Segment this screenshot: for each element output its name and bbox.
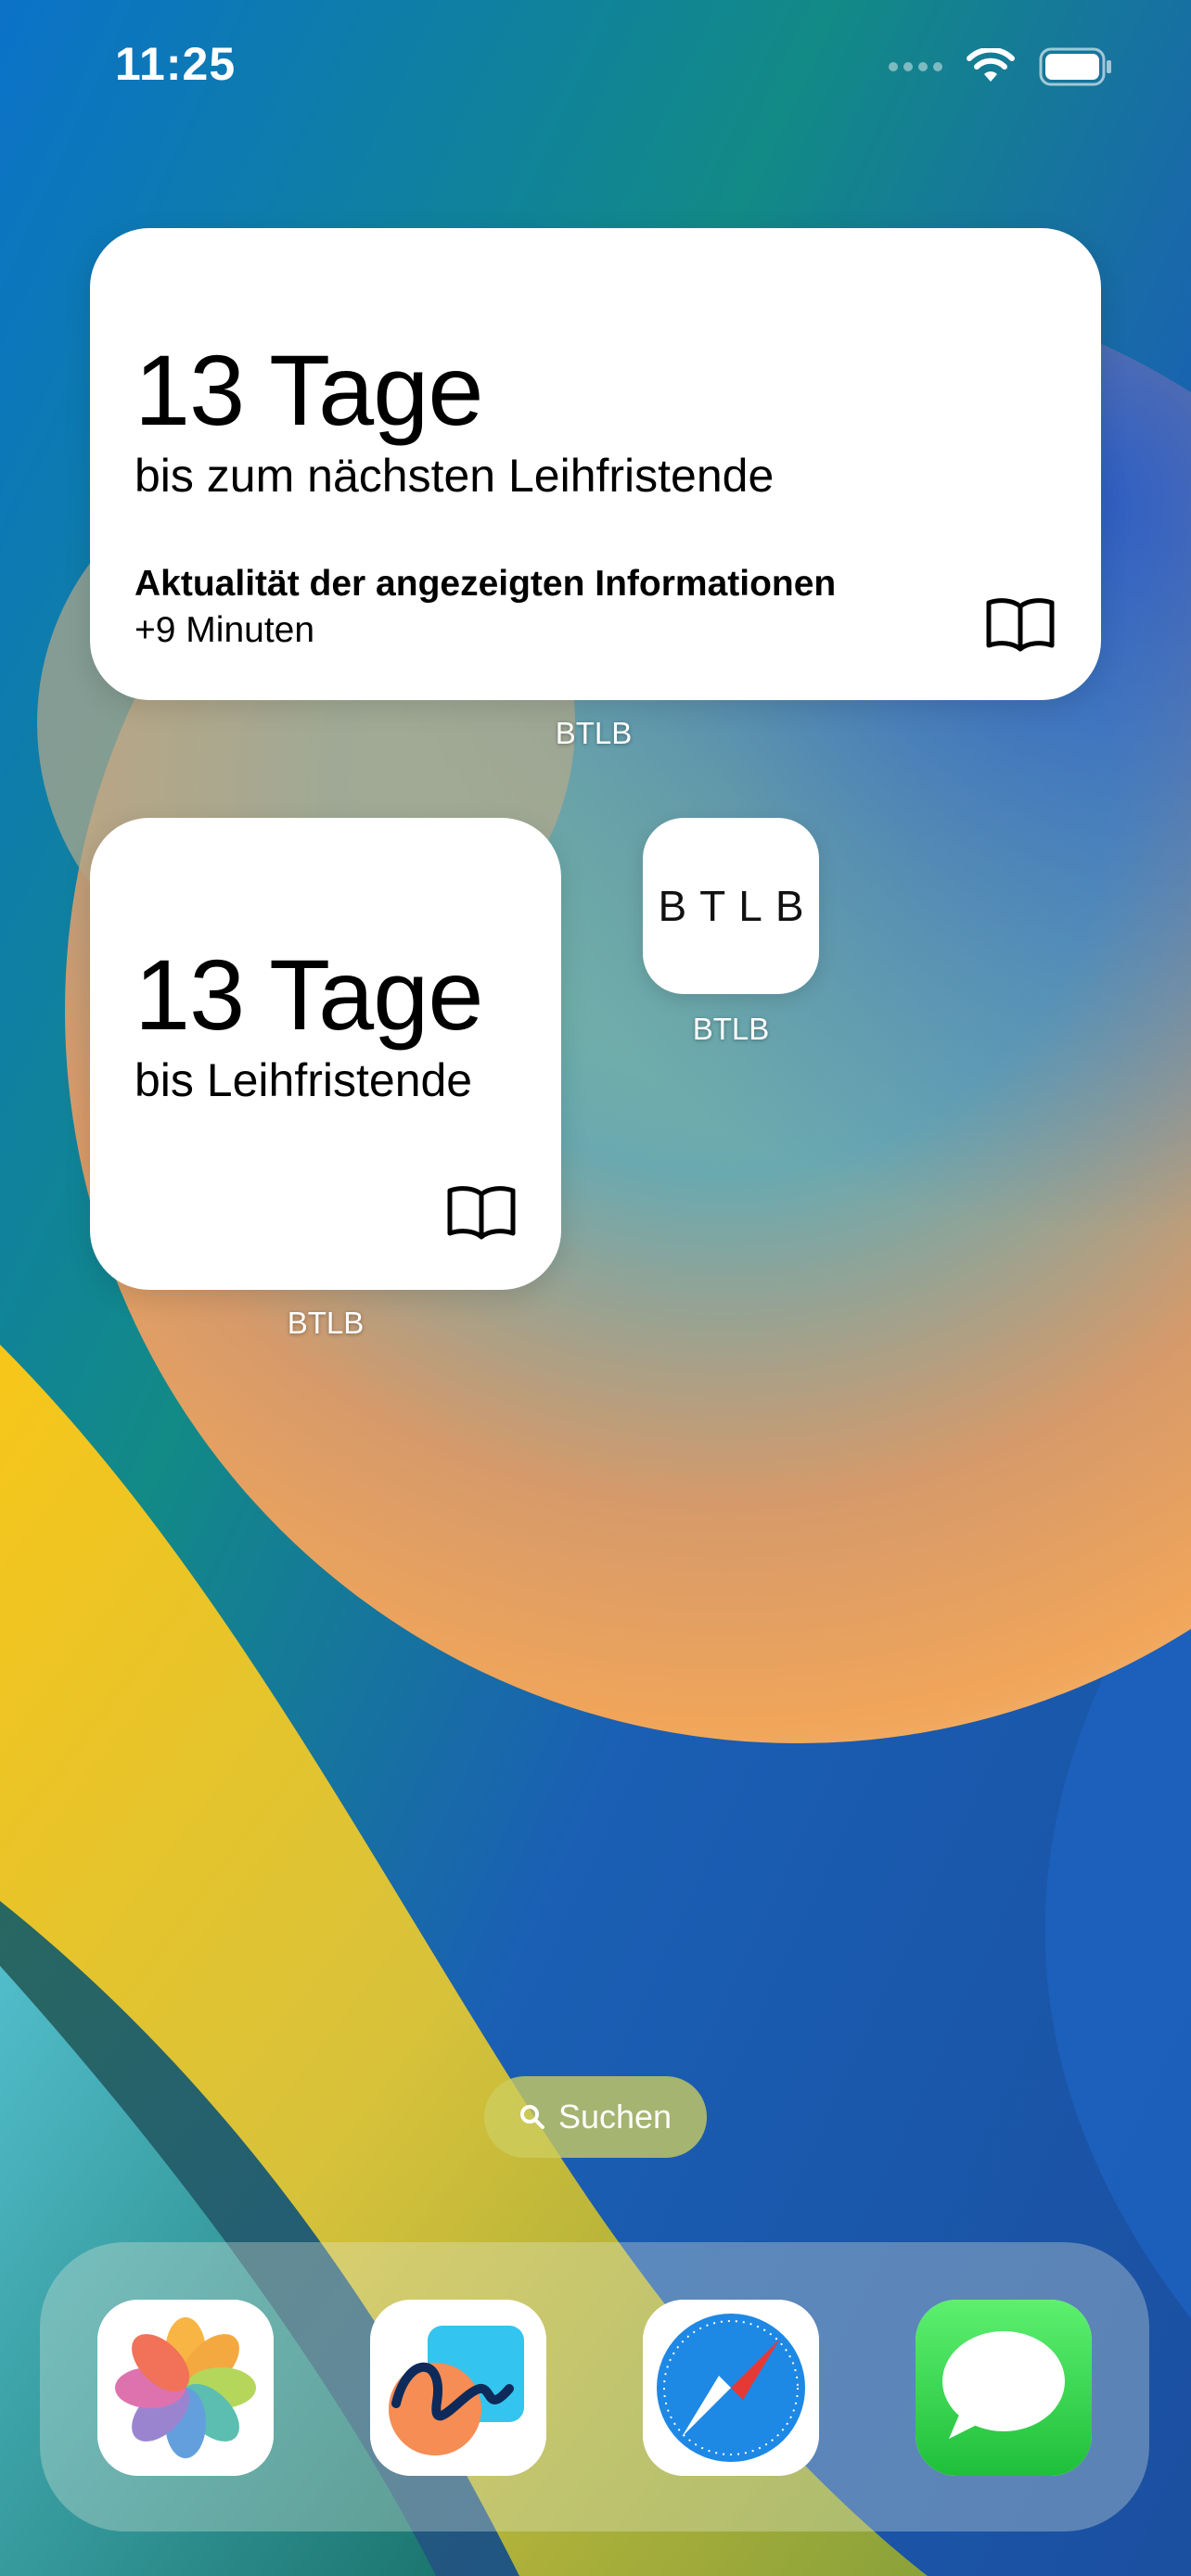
large-loan-widget[interactable]: 13 Tage bis zum nächsten Leihfristende A… <box>90 228 1101 700</box>
wifi-icon <box>967 48 1015 82</box>
btlb-app-icon[interactable]: BTLB <box>643 818 819 994</box>
freeform-app[interactable] <box>370 2300 546 2476</box>
dock <box>40 2242 1149 2531</box>
safari-app[interactable] <box>643 2300 819 2476</box>
app-icon-text: BTLB <box>658 882 817 930</box>
small-loan-widget[interactable]: 13 Tage bis Leihfristende <box>90 818 561 1290</box>
widget-subtitle: bis zum nächsten Leihfristende <box>134 450 775 502</box>
days-remaining: 13 Tage <box>134 938 483 1051</box>
cellular-signal-icon <box>889 62 942 71</box>
small-widget-label: BTLB <box>287 1306 365 1340</box>
status-indicators <box>889 46 1113 87</box>
photos-icon <box>97 2300 274 2476</box>
messages-app[interactable] <box>916 2300 1092 2476</box>
app-label: BTLB <box>692 1012 770 1046</box>
battery-icon <box>1039 47 1111 86</box>
status-time: 11:25 <box>115 38 237 90</box>
info-freshness-title: Aktualität der angezeigten Informationen <box>134 564 837 604</box>
freeform-icon <box>370 2300 546 2476</box>
safari-icon <box>643 2300 819 2476</box>
book-icon <box>447 1186 516 1240</box>
large-widget-label: BTLB <box>555 716 633 750</box>
book-icon <box>986 598 1055 652</box>
search-icon <box>519 2105 544 2129</box>
photos-app[interactable] <box>97 2300 274 2476</box>
messages-icon <box>916 2300 1092 2476</box>
search-label: Suchen <box>557 2098 672 2136</box>
search-button[interactable]: Suchen <box>484 2076 707 2158</box>
widget-subtitle: bis Leihfristende <box>134 1054 473 1106</box>
info-freshness-value: +9 Minuten <box>134 610 315 650</box>
days-remaining: 13 Tage <box>134 334 483 446</box>
